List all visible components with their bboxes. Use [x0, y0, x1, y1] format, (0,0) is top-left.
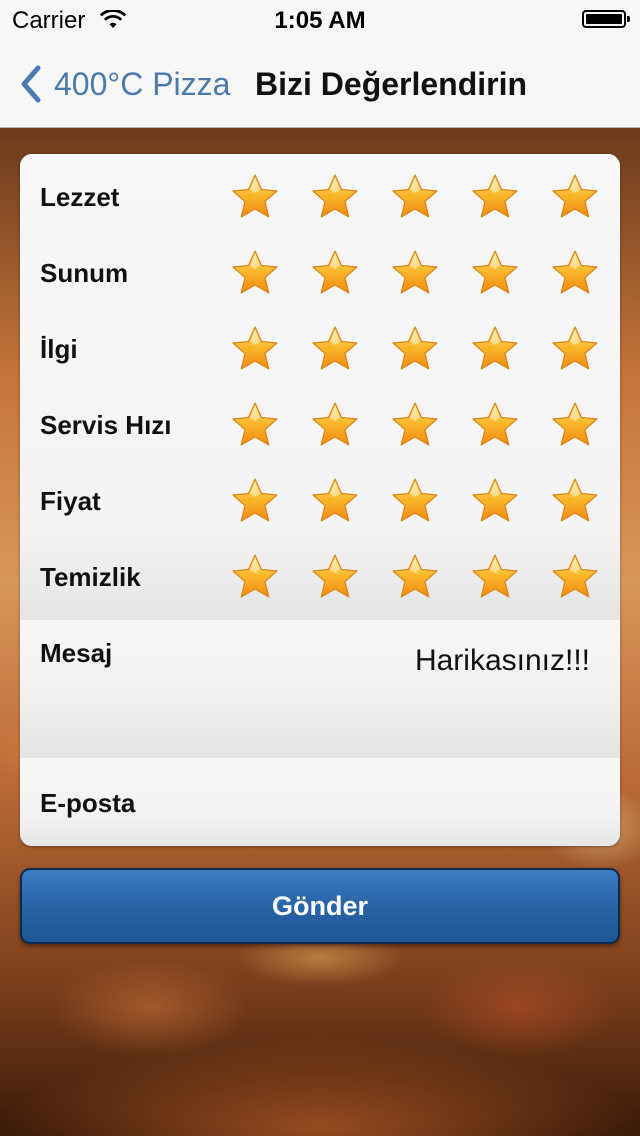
star-icon[interactable] [550, 172, 600, 222]
star-icon[interactable] [310, 324, 360, 374]
rating-label: Sunum [40, 258, 129, 288]
star-rating[interactable] [230, 476, 620, 526]
clock: 1:05 AM [274, 7, 366, 34]
rating-label: Fiyat [40, 486, 101, 516]
star-rating[interactable] [230, 172, 620, 222]
star-rating[interactable] [230, 324, 620, 374]
rating-row: Temizlik [20, 538, 620, 614]
rating-row: Servis Hızı [20, 386, 620, 462]
star-icon[interactable] [390, 476, 440, 526]
star-rating[interactable] [230, 552, 620, 602]
rating-row: Fiyat [20, 462, 620, 538]
star-icon[interactable] [230, 552, 280, 602]
star-icon[interactable] [550, 400, 600, 450]
rating-row: Sunum [20, 234, 620, 310]
star-icon[interactable] [550, 248, 600, 298]
rating-row: Lezzet [20, 158, 620, 234]
rating-label: İlgi [40, 334, 78, 364]
back-button-label: 400°C Pizza [54, 65, 231, 102]
rating-form-card: Lezzet Sunum İlgi Servis Hızı Fiyat Temizlik … [20, 154, 620, 846]
rating-label: Lezzet [40, 182, 120, 212]
submit-button[interactable]: Gönder [20, 868, 620, 944]
star-icon[interactable] [390, 324, 440, 374]
navigation-bar: 400°C Pizza Bizi Değerlendirin [0, 40, 640, 128]
rating-section: Lezzet Sunum İlgi Servis Hızı Fiyat Temizlik [20, 154, 620, 621]
star-icon[interactable] [470, 400, 520, 450]
message-value[interactable]: Harikasınız!!! [415, 644, 590, 678]
star-rating[interactable] [230, 248, 620, 298]
status-bar: Carrier 1:05 AM [0, 0, 640, 40]
star-icon[interactable] [310, 248, 360, 298]
star-icon[interactable] [310, 552, 360, 602]
star-icon[interactable] [230, 476, 280, 526]
star-icon[interactable] [470, 552, 520, 602]
rating-label: Temizlik [40, 562, 141, 592]
email-row: E-posta [20, 758, 620, 846]
star-icon[interactable] [390, 552, 440, 602]
page-title: Bizi Değerlendirin [255, 66, 528, 102]
rating-label: Servis Hızı [40, 410, 172, 440]
star-icon[interactable] [230, 400, 280, 450]
email-field[interactable] [190, 778, 604, 826]
star-icon[interactable] [310, 400, 360, 450]
star-icon[interactable] [310, 476, 360, 526]
star-icon[interactable] [390, 400, 440, 450]
star-icon[interactable] [470, 248, 520, 298]
battery-icon [582, 10, 630, 28]
star-icon[interactable] [550, 476, 600, 526]
back-button[interactable]: 400°C Pizza [14, 62, 230, 106]
star-icon[interactable] [230, 248, 280, 298]
star-icon[interactable] [230, 324, 280, 374]
star-icon[interactable] [550, 324, 600, 374]
star-icon[interactable] [470, 172, 520, 222]
star-icon[interactable] [310, 172, 360, 222]
star-icon[interactable] [470, 476, 520, 526]
star-icon[interactable] [550, 552, 600, 602]
message-label: Mesaj [40, 638, 113, 668]
star-rating[interactable] [230, 400, 620, 450]
email-label: E-posta [40, 788, 136, 818]
chevron-left-icon [21, 65, 41, 103]
message-field[interactable]: Mesaj Harikasınız!!! [20, 620, 620, 759]
star-icon[interactable] [470, 324, 520, 374]
rating-row: İlgi [20, 310, 620, 386]
star-icon[interactable] [390, 172, 440, 222]
star-icon[interactable] [390, 248, 440, 298]
star-icon[interactable] [230, 172, 280, 222]
